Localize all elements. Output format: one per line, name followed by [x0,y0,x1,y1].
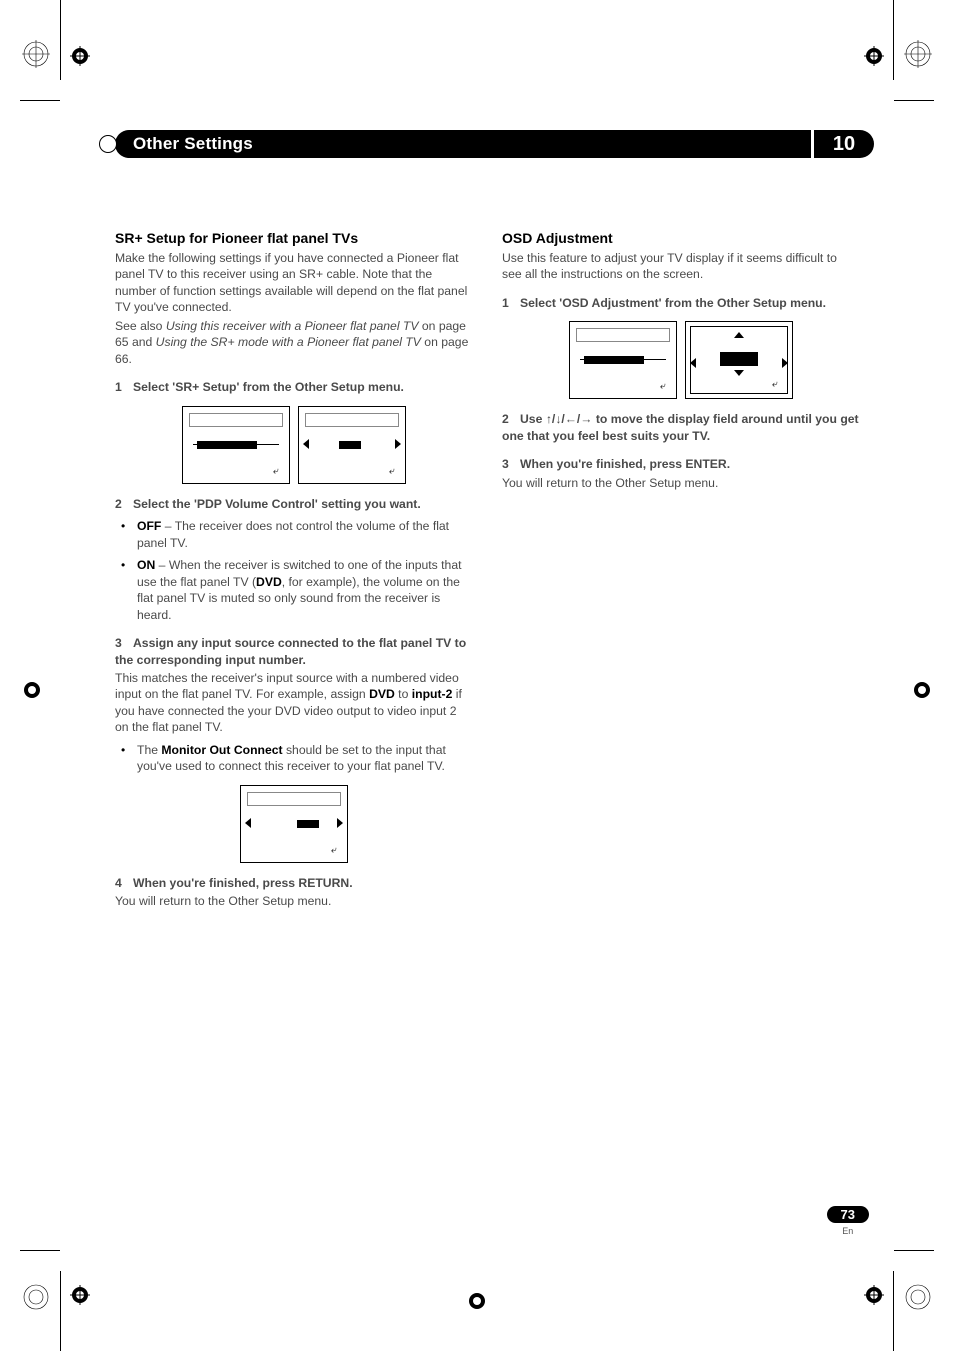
diagram-row: ⤶ ⤶ [115,406,472,484]
arrow-keys-icon: ↑/↓/←/→ [546,412,593,426]
paragraph: This matches the receiver's input source… [115,670,472,736]
screen-diagram: ⤶ [298,406,406,484]
crop-mark-icon [467,1291,487,1311]
crop-mark-icon [70,1285,90,1305]
content-body: SR+ Setup for Pioneer flat panel TVs Mak… [115,230,860,910]
list-item: The Monitor Out Connect should be set to… [135,742,472,775]
return-icon: ⤶ [273,466,279,477]
crop-line [20,100,60,101]
return-icon: ⤶ [389,466,395,477]
page: Other Settings 10 SR+ Setup for Pioneer … [0,0,954,1351]
step-2: 2Select the 'PDP Volume Control' setting… [115,496,472,512]
paragraph: You will return to the Other Setup menu. [115,893,472,909]
inline-bold: Monitor Out Connect [161,743,282,757]
crop-line [60,0,61,80]
option-label-on: ON [137,558,155,572]
diagram-row: ⤶ [115,785,472,863]
paragraph: You will return to the Other Setup menu. [502,475,859,491]
step-text: Assign any input source connected to the… [115,636,466,666]
chapter-title-bar: Other Settings [115,130,811,158]
inline-bold: DVD [369,687,395,701]
screen-diagram: ⤶ [685,321,793,399]
return-icon: ⤶ [331,845,337,856]
step-text: Use [520,412,546,426]
section-heading-sr-setup: SR+ Setup for Pioneer flat panel TVs [115,230,472,246]
step-number: 3 [115,635,133,651]
left-column: SR+ Setup for Pioneer flat panel TVs Mak… [115,230,472,910]
cross-reference: Using the SR+ mode with a Pioneer flat p… [156,335,421,349]
step-text: Select 'OSD Adjustment' from the Other S… [520,296,826,310]
return-icon: ⤶ [772,379,778,390]
crop-line [894,100,934,101]
step-4: 4When you're finished, press RETURN. [115,875,472,891]
chapter-number: 10 [833,133,855,156]
registration-mark-icon [904,1283,932,1311]
text: The [137,743,161,757]
return-icon: ⤶ [660,381,666,392]
section-heading-osd: OSD Adjustment [502,230,859,246]
crop-mark-icon [70,46,90,66]
step-text: Select the 'PDP Volume Control' setting … [133,497,421,511]
crop-mark-icon [912,680,932,700]
note-list: The Monitor Out Connect should be set to… [115,742,472,775]
text: to [395,687,412,701]
screen-diagram: ⤶ [240,785,348,863]
page-language: En [827,1226,869,1236]
crop-mark-icon [864,46,884,66]
step-number: 4 [115,875,133,891]
step-number: 1 [502,295,520,311]
step-1: 1Select 'SR+ Setup' from the Other Setup… [115,379,472,395]
crop-line [60,1271,61,1351]
step-text: When you're finished, press RETURN. [133,876,353,890]
right-column: OSD Adjustment Use this feature to adjus… [502,230,859,910]
screen-diagram: ⤶ [569,321,677,399]
text: See also [115,319,166,333]
option-label-off: OFF [137,519,161,533]
chapter-number-badge: 10 [814,130,874,158]
step-text: Select 'SR+ Setup' from the Other Setup … [133,380,404,394]
screen-diagram: ⤶ [182,406,290,484]
step-1: 1Select 'OSD Adjustment' from the Other … [502,295,859,311]
crop-line [20,1250,60,1251]
intro-paragraph: Use this feature to adjust your TV displ… [502,250,859,283]
list-item: ON – When the receiver is switched to on… [135,557,472,623]
inline-bold: DVD [256,575,282,589]
page-number-badge: 73 En [827,1206,869,1236]
see-also-paragraph: See also Using this receiver with a Pion… [115,318,472,367]
step-number: 2 [502,411,520,427]
intro-paragraph: Make the following settings if you have … [115,250,472,316]
registration-mark-icon [22,40,50,68]
cross-reference: Using this receiver with a Pioneer flat … [166,319,419,333]
crop-line [894,1250,934,1251]
diagram-row: ⤶ ⤶ [502,321,859,399]
crop-mark-icon [22,680,42,700]
option-list: OFF – The receiver does not control the … [115,518,472,623]
step-3: 3Assign any input source connected to th… [115,635,472,668]
page-number: 73 [827,1206,869,1223]
inline-bold: input-2 [412,687,453,701]
chapter-title: Other Settings [133,134,253,154]
step-number: 1 [115,379,133,395]
crop-line [893,0,894,80]
crop-line [893,1271,894,1351]
step-2: 2Use ↑/↓/←/→ to move the display field a… [502,411,859,444]
crop-mark-icon [864,1285,884,1305]
step-number: 3 [502,456,520,472]
registration-mark-icon [904,40,932,68]
registration-mark-icon [22,1283,50,1311]
option-text: – The receiver does not control the volu… [137,519,449,549]
list-item: OFF – The receiver does not control the … [135,518,472,551]
step-number: 2 [115,496,133,512]
step-3: 3When you're finished, press ENTER. [502,456,859,472]
step-text: When you're finished, press ENTER. [520,457,730,471]
chapter-header: Other Settings 10 [115,130,874,158]
